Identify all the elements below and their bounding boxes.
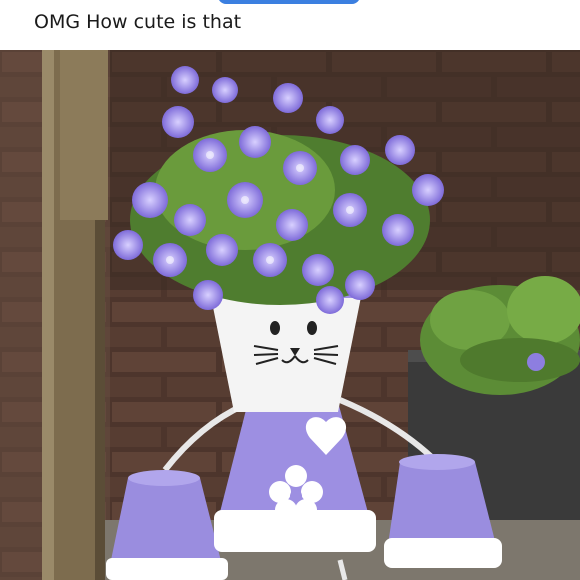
- post-header: OMG How cute is that: [0, 0, 580, 50]
- post-photo[interactable]: [0, 50, 580, 580]
- post-caption: OMG How cute is that: [34, 11, 242, 33]
